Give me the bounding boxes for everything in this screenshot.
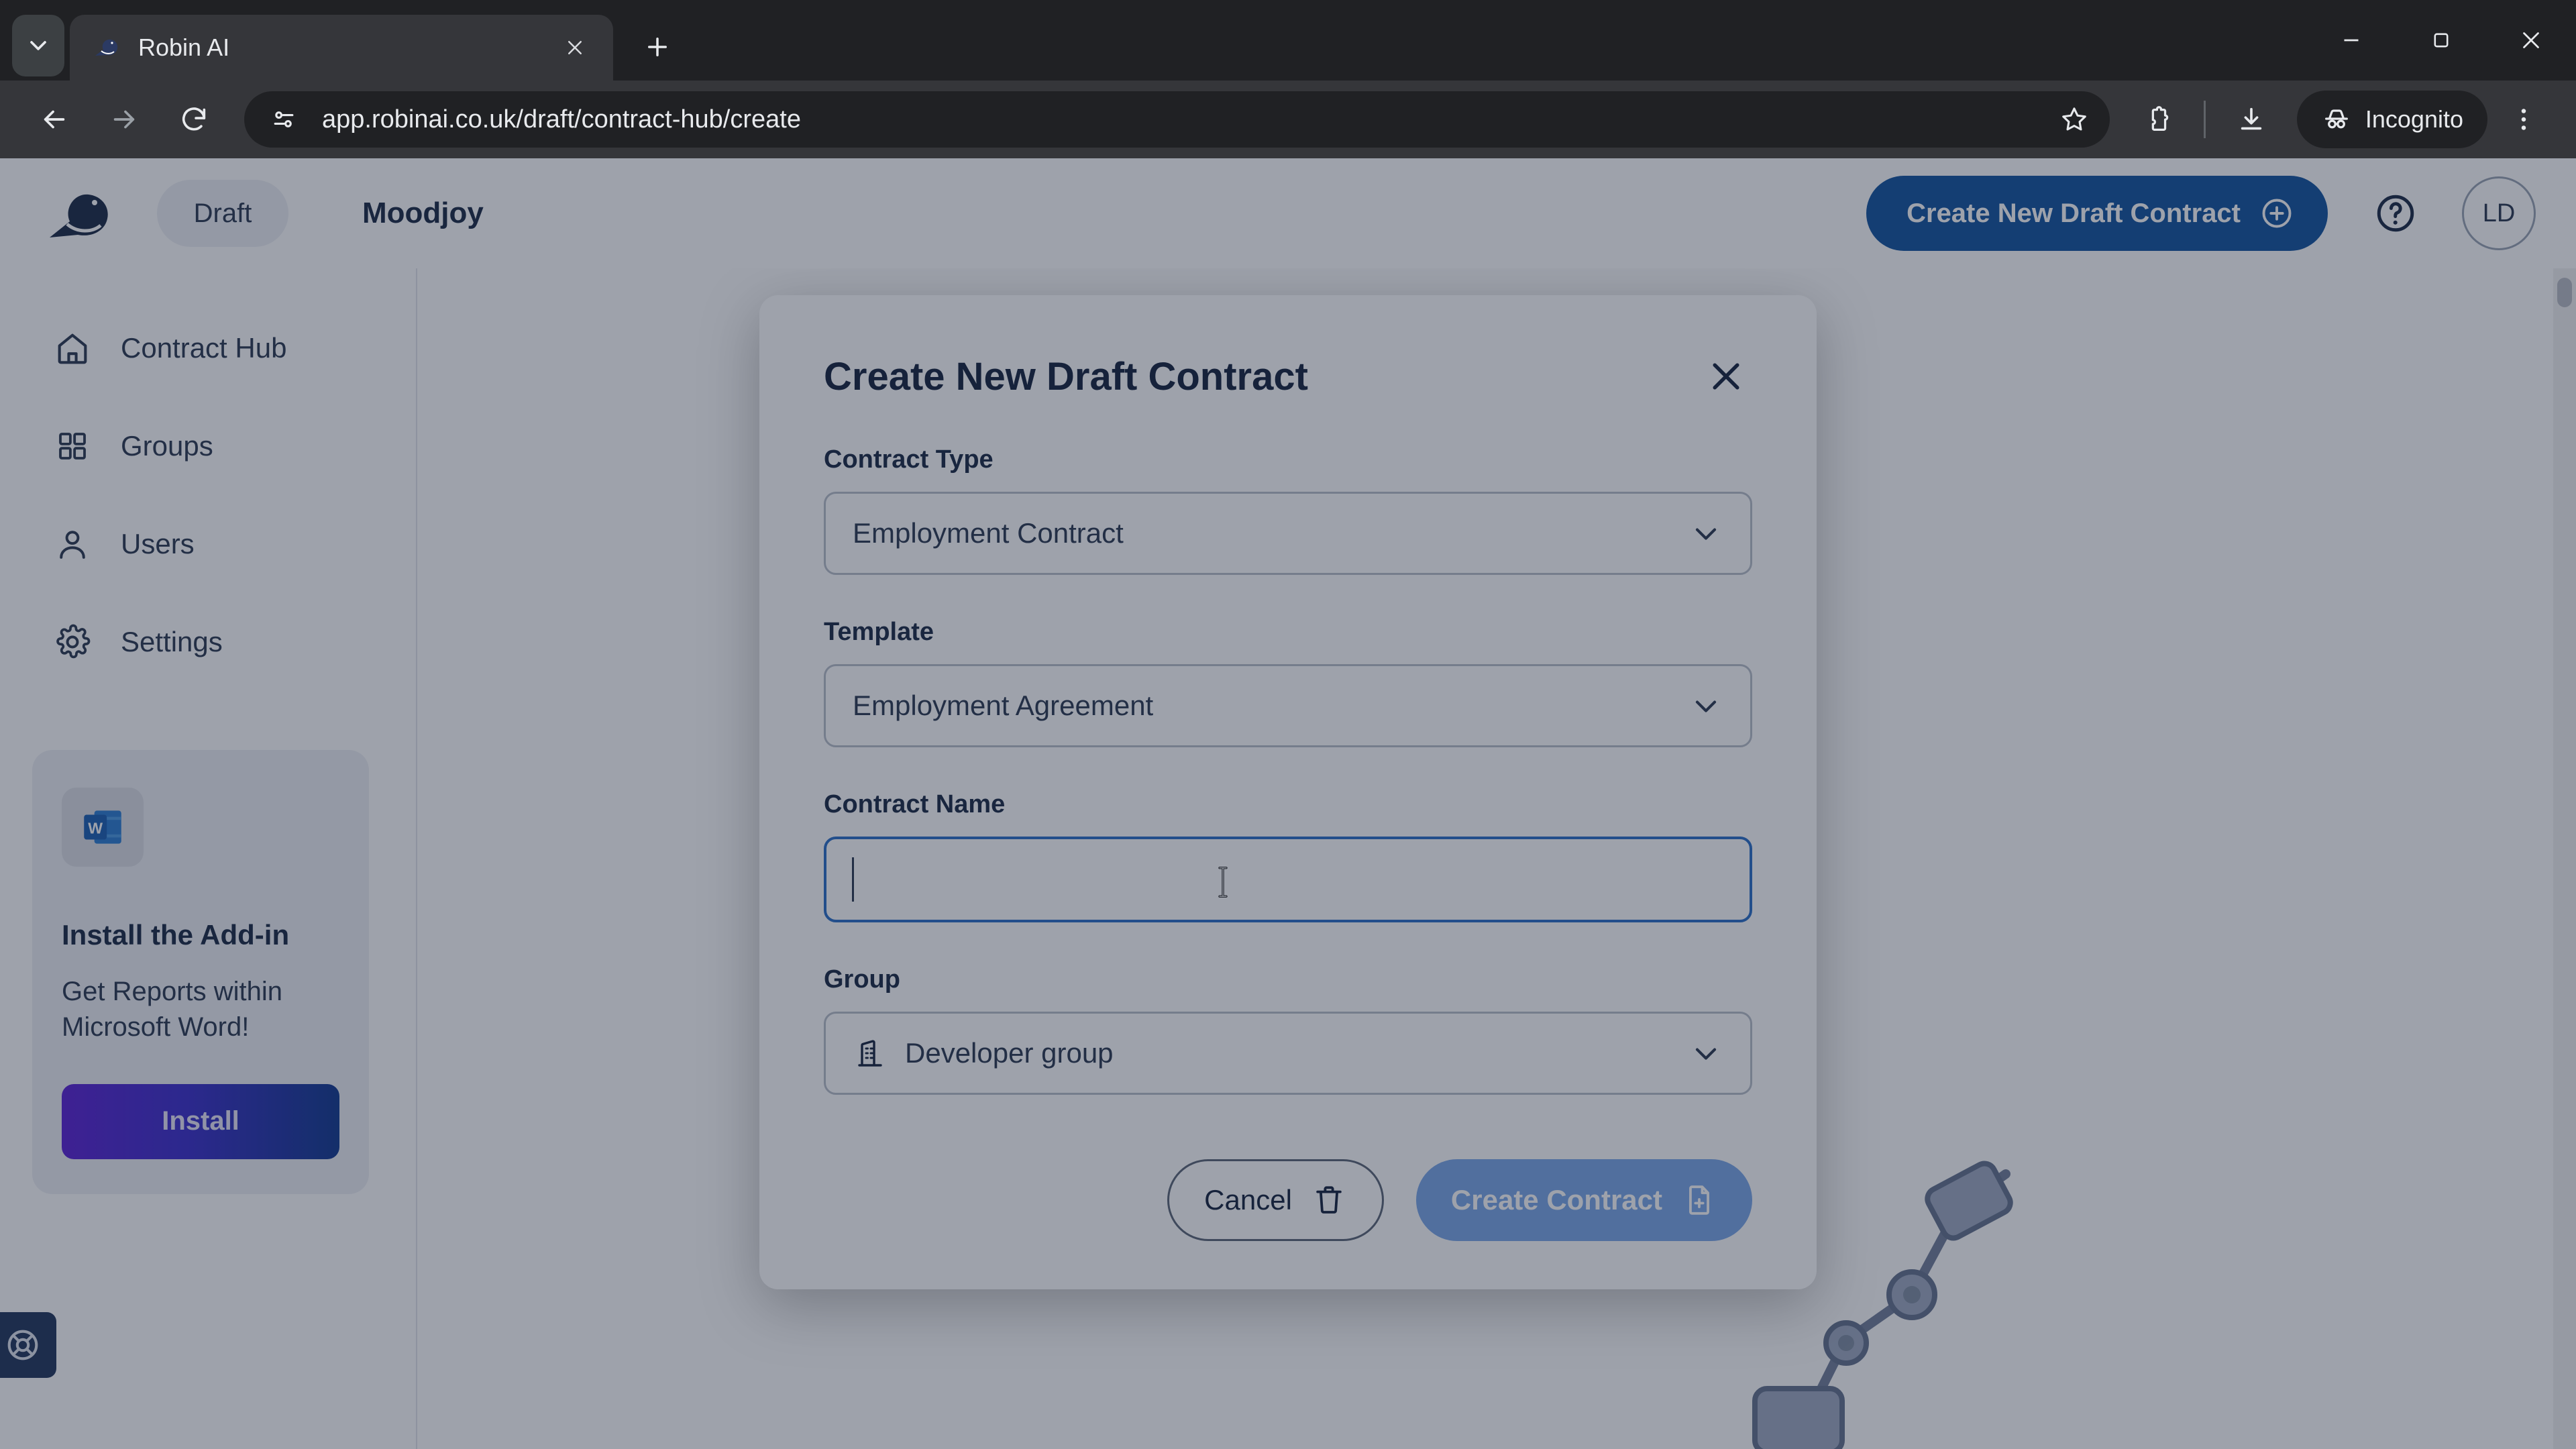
bookmark-button[interactable] — [2051, 96, 2098, 143]
incognito-hat-icon — [2324, 109, 2348, 129]
address-bar[interactable]: app.robinai.co.uk/draft/contract-hub/cre… — [244, 91, 2110, 148]
page-settings-icon[interactable] — [263, 99, 305, 140]
three-dot-menu-icon — [2521, 109, 2526, 130]
browser-toolbar: app.robinai.co.uk/draft/contract-hub/cre… — [0, 80, 2576, 158]
web-page: Draft Moodjoy Create New Draft Contract … — [0, 158, 2576, 1449]
close-icon — [568, 41, 582, 54]
star-icon — [2062, 107, 2086, 131]
window-controls — [2306, 0, 2576, 80]
forward-arrow-icon — [113, 110, 135, 129]
minimize-button[interactable] — [2306, 0, 2396, 80]
tab-strip: Robin AI — [0, 0, 2576, 80]
incognito-label: Incognito — [2365, 105, 2463, 133]
maximize-icon — [2434, 33, 2449, 48]
tab-title: Robin AI — [138, 34, 230, 61]
plus-icon — [648, 38, 667, 56]
extensions-puzzle-icon — [2151, 106, 2169, 131]
tab-close-button[interactable] — [559, 32, 590, 63]
download-icon — [2241, 107, 2262, 130]
extensions-button[interactable] — [2129, 90, 2188, 149]
back-button[interactable] — [23, 88, 86, 151]
modal-overlay[interactable] — [0, 158, 2576, 1449]
incognito-indicator[interactable]: Incognito — [2296, 91, 2487, 148]
window-close-button[interactable] — [2486, 0, 2576, 80]
minimize-icon — [2344, 39, 2359, 42]
browser-tab[interactable]: Robin AI — [70, 15, 613, 80]
tab-search-button[interactable] — [12, 15, 64, 76]
window-close-icon — [2523, 32, 2539, 48]
toolbar-divider — [2203, 101, 2206, 138]
url-text: app.robinai.co.uk/draft/contract-hub/cre… — [322, 105, 801, 133]
browser-window: Robin AI app.robinai.co.uk/draft/contrac… — [0, 0, 2576, 1449]
reload-icon — [182, 107, 206, 131]
back-arrow-icon — [44, 110, 65, 129]
new-tab-button[interactable] — [631, 20, 684, 74]
maximize-button[interactable] — [2396, 0, 2486, 80]
chevron-down-icon — [30, 41, 46, 50]
downloads-button[interactable] — [2222, 90, 2281, 149]
reload-button[interactable] — [162, 88, 225, 151]
forward-button[interactable] — [93, 88, 156, 151]
robin-bird-favicon — [93, 34, 121, 62]
browser-menu-button[interactable] — [2494, 90, 2553, 149]
